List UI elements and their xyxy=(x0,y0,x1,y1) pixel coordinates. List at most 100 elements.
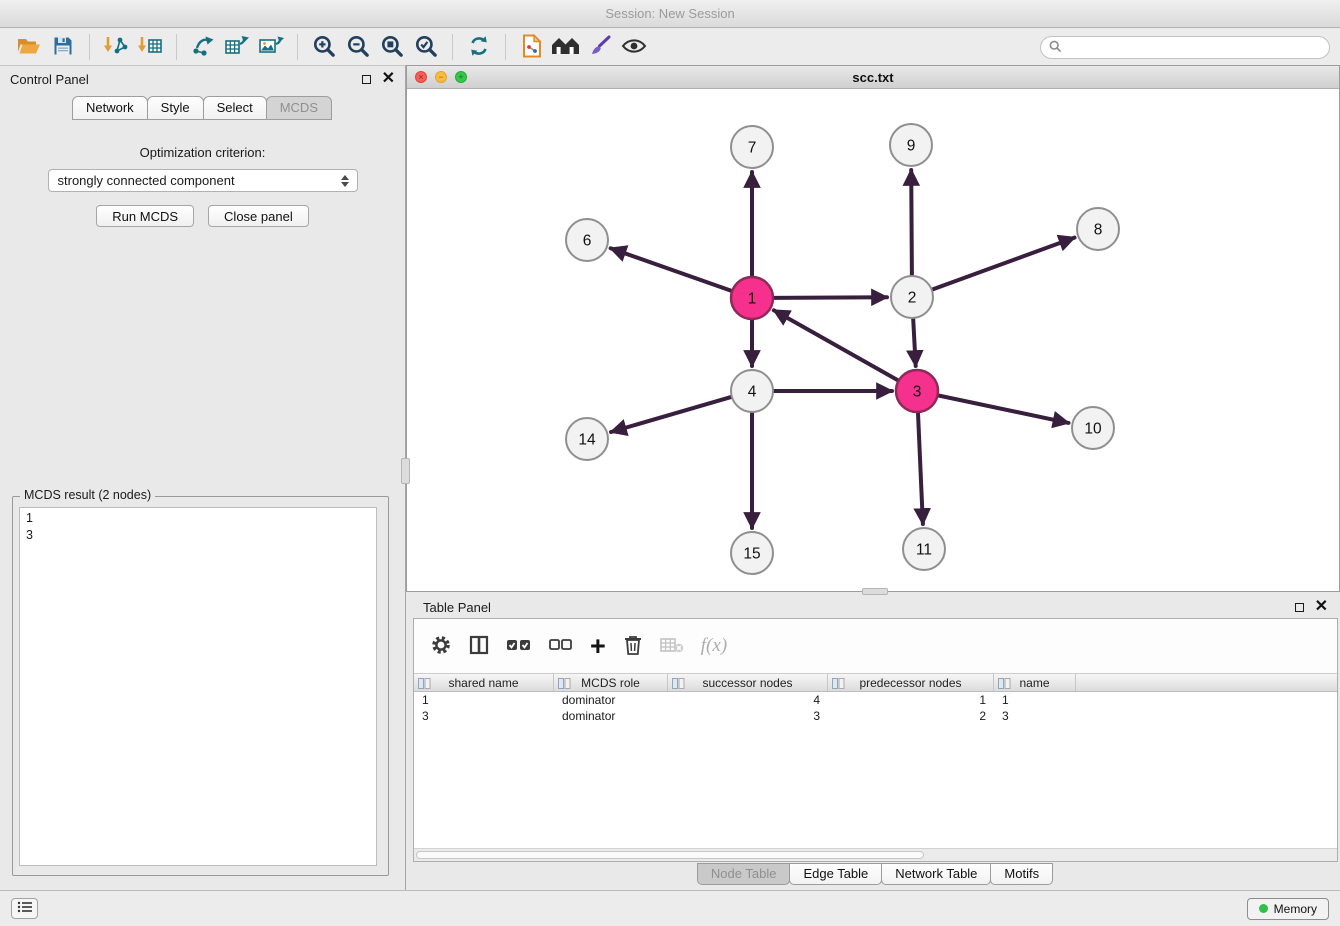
table-row[interactable]: 3dominator323 xyxy=(414,708,1337,724)
column-sort-icon[interactable] xyxy=(558,678,571,692)
column-header-successor-nodes[interactable]: successor nodes xyxy=(668,674,828,691)
table-cell[interactable]: 1 xyxy=(414,693,554,707)
graph-edge-1-6[interactable] xyxy=(611,248,732,290)
scrollbar-thumb[interactable] xyxy=(416,851,924,859)
delete-row-button[interactable] xyxy=(623,634,643,659)
open-file-button[interactable] xyxy=(12,32,46,62)
search-input[interactable] xyxy=(1067,41,1321,55)
graph-node-2[interactable]: 2 xyxy=(891,276,933,318)
table-cell[interactable]: 3 xyxy=(668,709,828,723)
select-all-button[interactable] xyxy=(506,637,532,656)
tab-mcds[interactable]: MCDS xyxy=(266,96,332,120)
zoom-fit-button[interactable] xyxy=(375,32,409,62)
save-session-button[interactable] xyxy=(46,32,80,62)
table-row[interactable]: 1dominator411 xyxy=(414,692,1337,708)
add-column-button[interactable]: + xyxy=(590,636,606,656)
close-table-panel-icon[interactable]: ✕ xyxy=(1315,601,1328,613)
tab-node-table[interactable]: Node Table xyxy=(697,863,791,885)
table-cell[interactable]: 2 xyxy=(828,709,994,723)
graph-node-10[interactable]: 10 xyxy=(1072,407,1114,449)
column-header-mcds-role[interactable]: MCDS role xyxy=(554,674,668,691)
mcds-result-text[interactable]: 1 3 xyxy=(19,507,377,866)
column-sort-icon[interactable] xyxy=(998,678,1011,692)
import-table-button[interactable] xyxy=(133,32,167,62)
table-cell[interactable]: 3 xyxy=(414,709,554,723)
column-header-shared-name[interactable]: shared name xyxy=(414,674,554,691)
graph-edge-2-9[interactable] xyxy=(911,170,912,275)
graph-node-11[interactable]: 11 xyxy=(903,528,945,570)
criterion-dropdown[interactable]: strongly connected component xyxy=(48,169,358,192)
table-horizontal-scrollbar[interactable] xyxy=(414,848,1337,861)
graph-node-14[interactable]: 14 xyxy=(566,418,608,460)
table-cell[interactable]: 3 xyxy=(994,709,1076,723)
tab-network-table[interactable]: Network Table xyxy=(881,863,991,885)
column-sort-icon[interactable] xyxy=(418,678,431,692)
search-box[interactable] xyxy=(1040,36,1330,59)
network-window-titlebar[interactable]: scc.txt × − + xyxy=(407,66,1339,89)
column-header-name[interactable]: name xyxy=(994,674,1076,691)
close-panel-button[interactable]: Close panel xyxy=(208,205,309,227)
close-panel-icon[interactable]: ✕ xyxy=(382,73,395,85)
tab-network[interactable]: Network xyxy=(72,96,148,120)
zoom-traffic-light[interactable]: + xyxy=(455,71,467,83)
export-image-button[interactable] xyxy=(254,32,288,62)
task-history-button[interactable] xyxy=(11,898,38,919)
graph-edge-2-8[interactable] xyxy=(933,238,1075,290)
graph-node-6[interactable]: 6 xyxy=(566,219,608,261)
zoom-in-button[interactable] xyxy=(307,32,341,62)
overview-button[interactable] xyxy=(549,32,583,62)
network-canvas[interactable]: 7 9 6 8 1 2 4 3 14 10 15 11 xyxy=(407,89,1339,591)
graph-edge-3-1[interactable] xyxy=(774,310,898,380)
graph-edge-2-3[interactable] xyxy=(913,319,916,366)
tab-style[interactable]: Style xyxy=(147,96,204,120)
network-document-button[interactable] xyxy=(515,32,549,62)
minimize-traffic-light[interactable]: − xyxy=(435,71,447,83)
tab-motifs[interactable]: Motifs xyxy=(990,863,1053,885)
memory-button[interactable]: Memory xyxy=(1247,898,1329,920)
graph-node-15[interactable]: 15 xyxy=(731,532,773,574)
graph-node-3[interactable]: 3 xyxy=(896,370,938,412)
column-layout-button[interactable] xyxy=(469,635,489,658)
graph-edge-3-11[interactable] xyxy=(918,413,923,524)
tab-select[interactable]: Select xyxy=(203,96,267,120)
column-header-predecessor-nodes[interactable]: predecessor nodes xyxy=(828,674,994,691)
graph-node-9[interactable]: 9 xyxy=(890,124,932,166)
graph-node-7[interactable]: 7 xyxy=(731,126,773,168)
run-mcds-button[interactable]: Run MCDS xyxy=(96,205,194,227)
import-network-button[interactable] xyxy=(99,32,133,62)
combo-stepper-icon[interactable] xyxy=(339,172,352,190)
refresh-button[interactable] xyxy=(462,32,496,62)
graph-node-8[interactable]: 8 xyxy=(1077,208,1119,250)
close-traffic-light[interactable]: × xyxy=(415,71,427,83)
style-brush-button[interactable] xyxy=(583,32,617,62)
toolbar-separator xyxy=(89,34,90,60)
deselect-all-button[interactable] xyxy=(549,638,573,655)
zoom-selected-button[interactable] xyxy=(409,32,443,62)
export-table-button[interactable] xyxy=(220,32,254,62)
tab-edge-table[interactable]: Edge Table xyxy=(789,863,882,885)
graph-edge-4-14[interactable] xyxy=(611,397,731,432)
graph-edge-1-2[interactable] xyxy=(774,297,887,298)
vertical-splitter-handle[interactable] xyxy=(401,458,410,484)
network-canvas-svg[interactable]: 7 9 6 8 1 2 4 3 14 10 15 11 xyxy=(407,89,1339,591)
show-details-button[interactable] xyxy=(617,32,651,62)
horizontal-splitter-handle[interactable] xyxy=(862,588,888,595)
graph-node-1[interactable]: 1 xyxy=(731,277,773,319)
float-table-panel-icon[interactable] xyxy=(1295,603,1304,612)
memory-button-label: Memory xyxy=(1274,902,1317,916)
export-network-button[interactable] xyxy=(186,32,220,62)
zoom-out-icon xyxy=(346,34,370,61)
table-settings-button[interactable] xyxy=(430,634,452,659)
column-sort-icon[interactable] xyxy=(832,678,845,692)
table-cell[interactable]: dominator xyxy=(554,709,668,723)
table-cell[interactable]: 4 xyxy=(668,693,828,707)
zoom-out-button[interactable] xyxy=(341,32,375,62)
float-panel-icon[interactable] xyxy=(362,75,371,84)
table-cell[interactable]: 1 xyxy=(828,693,994,707)
table-panel: Table Panel ✕ + f(x) shared nameMCDS rol… xyxy=(413,596,1338,886)
table-cell[interactable]: dominator xyxy=(554,693,668,707)
table-cell[interactable]: 1 xyxy=(994,693,1076,707)
column-sort-icon[interactable] xyxy=(672,678,685,692)
graph-node-4[interactable]: 4 xyxy=(731,370,773,412)
graph-edge-3-10[interactable] xyxy=(939,396,1069,423)
